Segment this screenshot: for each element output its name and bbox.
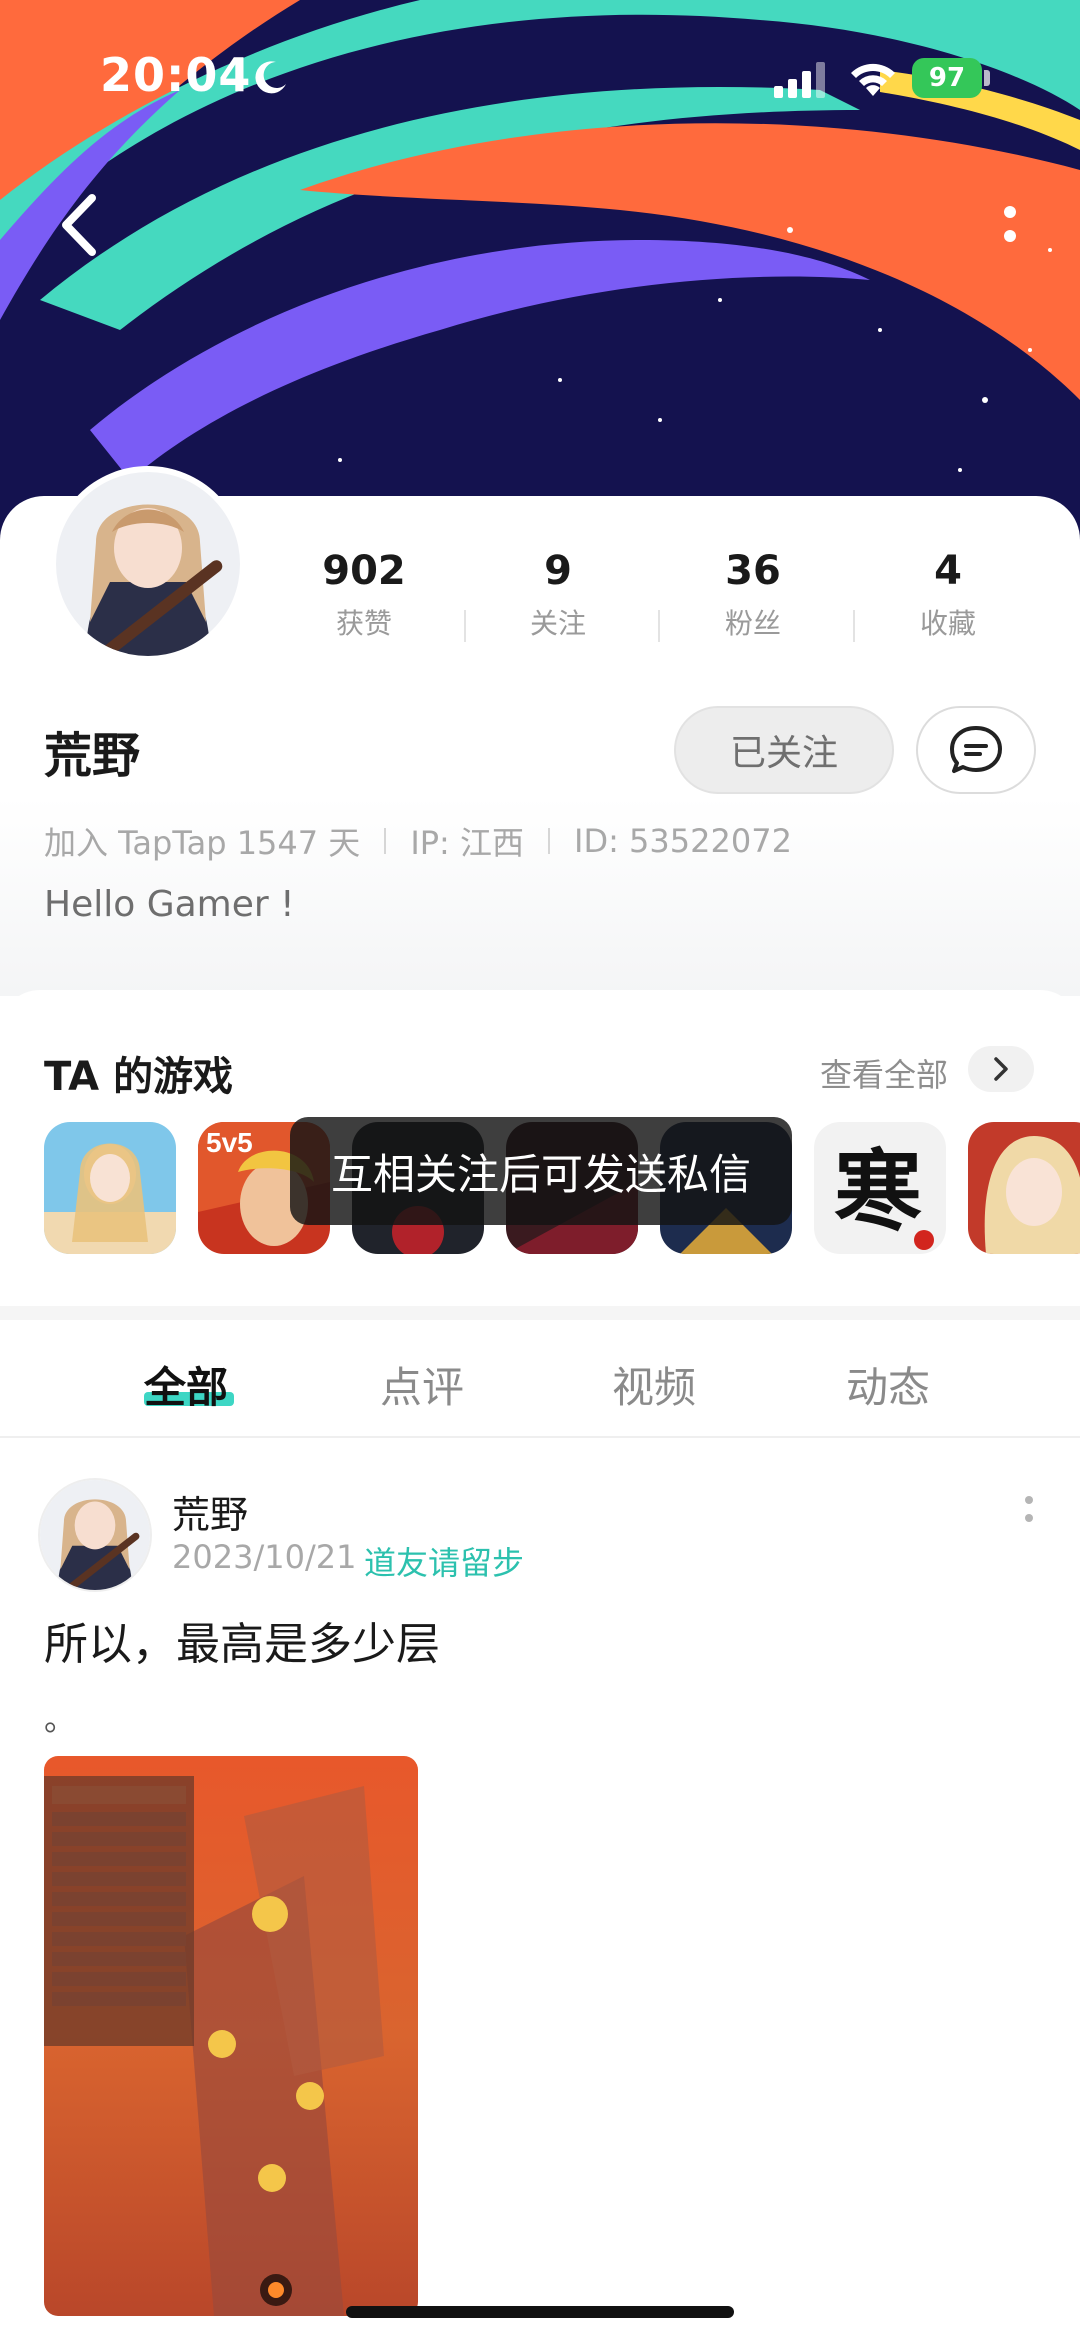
battery-level: 97 bbox=[928, 63, 966, 93]
chevron-right-icon bbox=[994, 1057, 1008, 1081]
post-topic-tag[interactable]: 道友请留步 bbox=[364, 1538, 524, 1584]
stat-divider bbox=[853, 610, 855, 642]
stat-favorites-label: 收藏 bbox=[919, 607, 976, 640]
tab-all[interactable]: 全部 bbox=[144, 1354, 228, 1415]
stat-fans-label: 粉丝 bbox=[724, 607, 781, 640]
stat-favorites-value: 4 bbox=[934, 548, 962, 594]
battery-indicator: 97 bbox=[912, 58, 982, 98]
stat-divider bbox=[464, 610, 466, 642]
game-icon-blonde[interactable] bbox=[968, 1122, 1080, 1254]
game-icon-han[interactable]: 寒 bbox=[814, 1122, 946, 1254]
tabs-divider bbox=[0, 1436, 1080, 1438]
chat-bubble-icon bbox=[950, 726, 1002, 773]
more-options-button[interactable] bbox=[990, 190, 1030, 260]
moon-icon bbox=[255, 61, 286, 94]
user-id: ID: 53522072 bbox=[574, 822, 792, 860]
post-screenshot-art bbox=[44, 1756, 418, 2316]
post-author-name[interactable]: 荒野 bbox=[172, 1484, 248, 1539]
profile-meta: 加入 TapTap 1547 天 IP: 江西 ID: 53522072 bbox=[44, 818, 792, 864]
post-author-avatar[interactable] bbox=[38, 1478, 152, 1592]
game-badge-5v5: 5v5 bbox=[206, 1127, 253, 1158]
game-icon-anime-girl[interactable] bbox=[44, 1122, 176, 1254]
wifi-icon bbox=[851, 63, 895, 96]
profile-bio: Hello Gamer ! bbox=[44, 884, 295, 925]
stat-following[interactable]: 9 关注 bbox=[478, 548, 638, 642]
post-image[interactable] bbox=[44, 1756, 418, 2316]
see-all-button[interactable] bbox=[968, 1046, 1034, 1092]
meta-divider bbox=[548, 828, 551, 854]
followed-button[interactable]: 已关注 bbox=[674, 706, 894, 794]
tab-videos[interactable]: 视频 bbox=[612, 1354, 696, 1415]
home-indicator bbox=[346, 2306, 734, 2318]
stat-following-value: 9 bbox=[544, 548, 572, 594]
tab-reviews[interactable]: 点评 bbox=[380, 1354, 464, 1415]
cellular-signal-icon bbox=[774, 62, 825, 98]
back-button[interactable] bbox=[52, 190, 108, 260]
game-art bbox=[968, 1122, 1080, 1254]
stat-fans-value: 36 bbox=[725, 548, 781, 594]
status-time: 20:04 bbox=[100, 48, 252, 102]
avatar-image bbox=[56, 472, 240, 656]
stat-likes-value: 902 bbox=[322, 548, 406, 594]
stat-divider bbox=[658, 610, 660, 642]
game-art: 寒 bbox=[814, 1122, 946, 1254]
post-title[interactable]: 所以，最高是多少层 bbox=[44, 1608, 440, 1672]
games-section-title: TA 的游戏 bbox=[44, 1054, 234, 1100]
see-all-link[interactable]: 查看全部 bbox=[820, 1050, 948, 1096]
stat-favorites[interactable]: 4 收藏 bbox=[868, 548, 1028, 642]
profile-username: 荒野 bbox=[44, 728, 141, 784]
stat-likes[interactable]: 902 获赞 bbox=[284, 548, 444, 642]
stat-fans[interactable]: 36 粉丝 bbox=[673, 548, 833, 642]
profile-avatar[interactable] bbox=[50, 466, 246, 662]
section-divider bbox=[0, 1306, 1080, 1320]
game-art bbox=[44, 1122, 176, 1254]
stat-following-label: 关注 bbox=[529, 607, 586, 640]
avatar-image bbox=[40, 1480, 150, 1590]
toast-message: 互相关注后可发送私信 bbox=[290, 1117, 792, 1225]
tab-moments[interactable]: 动态 bbox=[846, 1354, 930, 1415]
ip-location: IP: 江西 bbox=[410, 824, 525, 862]
post-more-icon[interactable] bbox=[1022, 1490, 1036, 1530]
message-button[interactable] bbox=[916, 706, 1036, 794]
post-body: 。 bbox=[44, 1700, 77, 1738]
post-date: 2023/10/21 bbox=[172, 1538, 357, 1576]
meta-divider bbox=[384, 828, 387, 854]
stat-likes-label: 获赞 bbox=[335, 607, 392, 640]
battery-tip bbox=[984, 70, 990, 86]
game-badge-han: 寒 bbox=[834, 1139, 922, 1243]
join-days: 加入 TapTap 1547 天 bbox=[44, 824, 361, 862]
